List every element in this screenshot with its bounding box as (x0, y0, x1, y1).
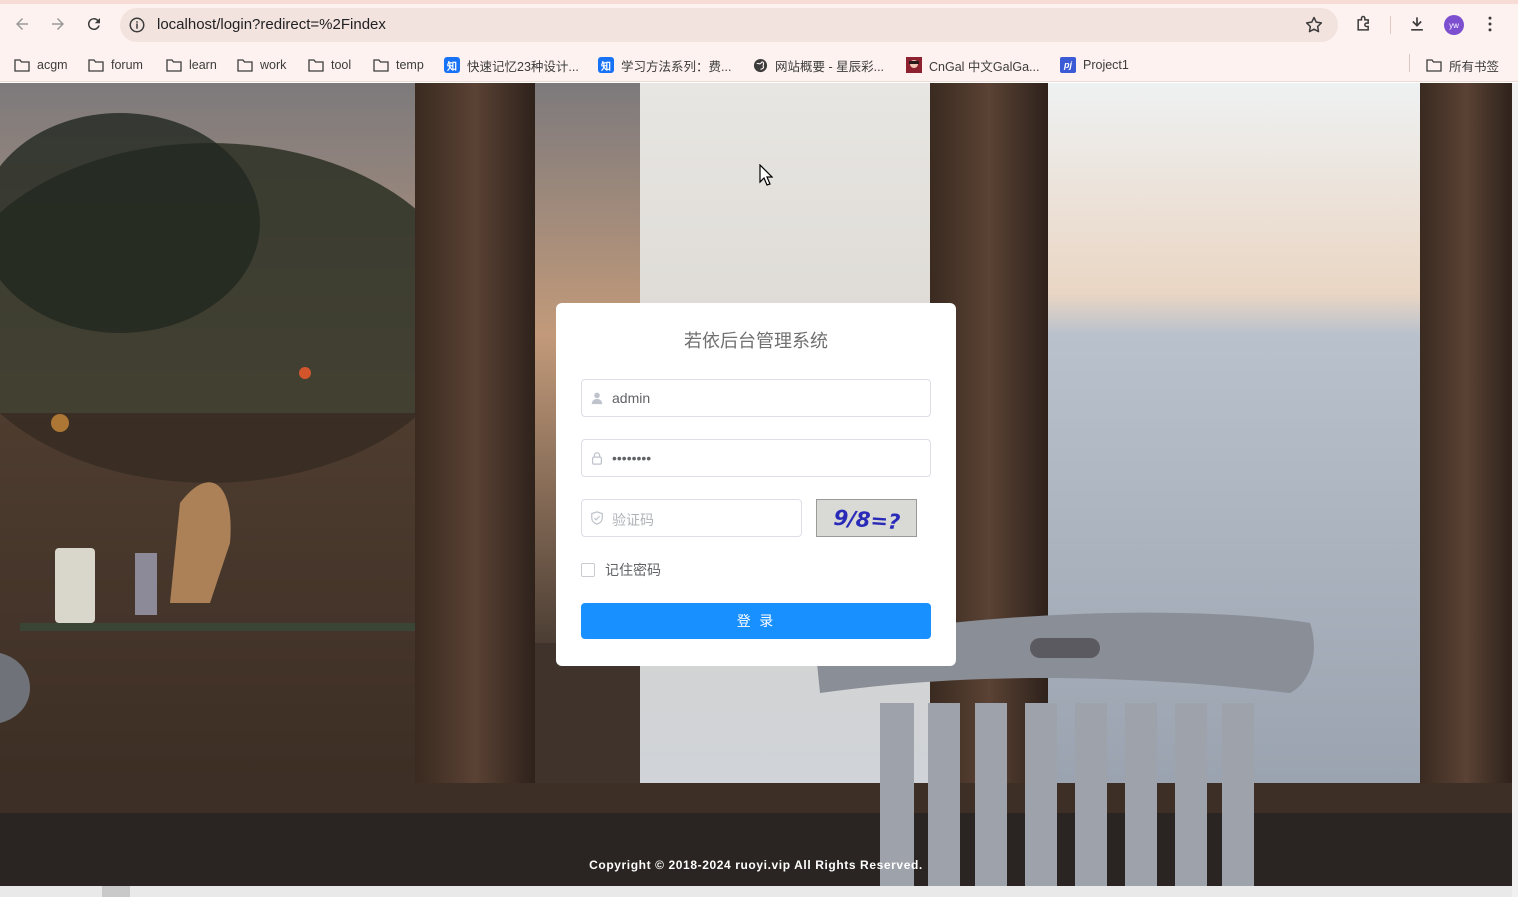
arrow-left-icon (16, 18, 28, 30)
captcha-placeholder: 验证码 (612, 512, 654, 528)
zhihu-icon: 知 (444, 57, 460, 73)
bookmark-learning-methods[interactable]: 知 学习方法系列：费... (598, 55, 731, 75)
folder-icon (88, 57, 104, 73)
bookmark-site-overview[interactable]: 网站概要 - 星辰彩... (752, 55, 884, 75)
folder-icon (373, 57, 389, 73)
address-bar[interactable]: localhost/login?redirect=%2Findex (120, 8, 1338, 42)
extensions-button[interactable] (1353, 13, 1375, 35)
globe-icon (752, 57, 768, 73)
info-icon (129, 17, 145, 33)
lock-icon (592, 452, 602, 465)
captcha-input[interactable]: 验证码 (581, 499, 802, 537)
user-icon (591, 392, 603, 405)
horizontal-scrollbar-thumb[interactable] (102, 886, 130, 897)
toolbar-separator (1390, 16, 1391, 34)
project-icon: pj (1060, 57, 1076, 73)
horizontal-scrollbar[interactable] (0, 886, 1512, 897)
bookmark-learn[interactable]: learn (166, 55, 217, 75)
downloads-button[interactable] (1406, 13, 1428, 35)
login-form: 若依后台管理系统 admin •••••••• 验证码 9/8=? 记住密码 登… (556, 303, 956, 666)
username-input[interactable]: admin (581, 379, 931, 417)
bookmark-design-patterns[interactable]: 知 快速记忆23种设计... (444, 55, 579, 75)
password-input[interactable]: •••••••• (581, 439, 931, 477)
vertical-scrollbar[interactable] (1512, 83, 1518, 897)
copyright-footer: Copyright © 2018-2024 ruoyi.vip All Righ… (589, 858, 923, 872)
folder-icon (14, 57, 30, 73)
back-button[interactable] (10, 12, 34, 36)
puzzle-icon (1357, 15, 1369, 31)
remember-checkbox[interactable] (581, 563, 595, 577)
url-text[interactable]: localhost/login?redirect=%2Findex (157, 16, 386, 33)
bookmark-forum[interactable]: forum (88, 55, 143, 75)
bookmark-acgm[interactable]: acgm (14, 55, 68, 75)
remember-label: 记住密码 (605, 563, 661, 579)
cngal-icon (906, 57, 922, 73)
profile-avatar[interactable]: yw (1444, 15, 1464, 35)
menu-button[interactable] (1479, 13, 1501, 35)
folder-icon (1426, 57, 1442, 73)
all-bookmarks-folder[interactable]: 所有书签 (1426, 55, 1499, 75)
arrow-right-icon (52, 18, 64, 30)
captcha-graphic: 9/8=? (817, 500, 916, 536)
download-icon (1411, 17, 1423, 31)
username-value: admin (612, 390, 651, 406)
reload-button[interactable] (82, 12, 106, 36)
shield-icon (591, 511, 603, 525)
folder-icon (237, 57, 253, 73)
remember-password[interactable]: 记住密码 (581, 560, 661, 580)
toolbar-accent (0, 0, 1518, 4)
bookmarks-bar: acgm forum learn work tool temp 知 快速记忆23… (0, 48, 1518, 82)
bookmark-project1[interactable]: pj Project1 (1060, 55, 1129, 75)
forward-button[interactable] (46, 12, 70, 36)
password-value: •••••••• (612, 450, 652, 466)
folder-icon (166, 57, 182, 73)
mouse-cursor-icon (759, 164, 773, 186)
bookmark-work[interactable]: work (237, 55, 286, 75)
login-button[interactable]: 登 录 (581, 603, 931, 639)
more-vertical-icon (1488, 16, 1492, 32)
reload-icon (87, 18, 100, 31)
captcha-image[interactable]: 9/8=? (816, 499, 917, 537)
captcha-text: 9/8=? (833, 506, 901, 535)
folder-icon (308, 57, 324, 73)
bookmark-star-icon[interactable] (1304, 15, 1324, 35)
browser-toolbar: localhost/login?redirect=%2Findex yw (0, 0, 1518, 48)
zhihu-icon: 知 (598, 57, 614, 73)
bookmark-cngal[interactable]: CnGal 中文GalGa... (906, 55, 1039, 75)
bookmark-tool[interactable]: tool (308, 55, 351, 75)
bookmark-temp[interactable]: temp (373, 55, 424, 75)
login-title: 若依后台管理系统 (684, 331, 828, 352)
bookmarks-separator (1409, 54, 1410, 72)
